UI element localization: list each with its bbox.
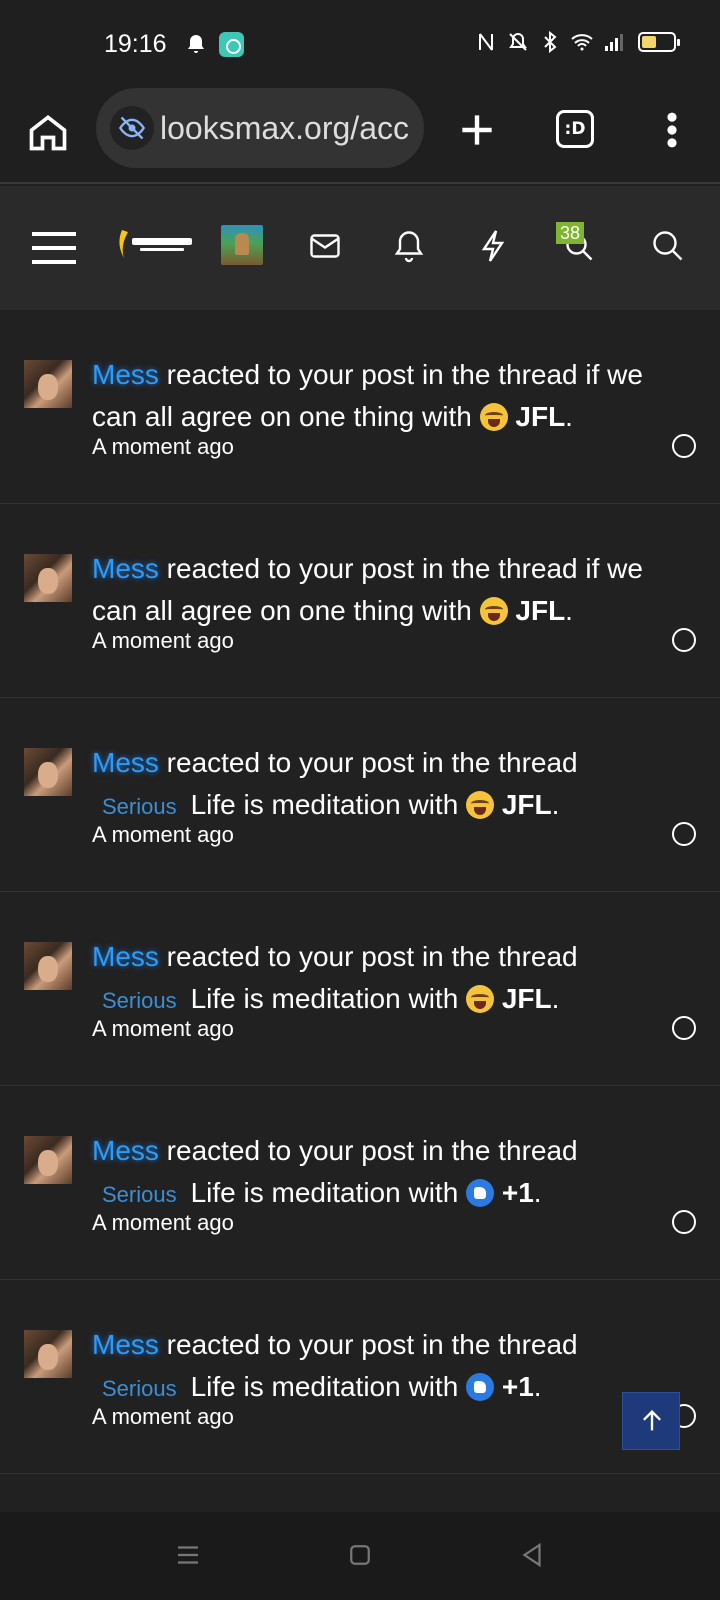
cry-emoji-icon <box>479 403 508 431</box>
back-icon[interactable] <box>517 1540 547 1570</box>
alert-time: A moment ago <box>92 1210 234 1235</box>
avatar[interactable] <box>24 360 72 408</box>
thumbs-up-emoji-icon <box>466 1373 495 1401</box>
arrow-up-icon <box>643 1410 661 1431</box>
user-link[interactable]: Mess <box>92 1135 159 1166</box>
alert-message[interactable]: Mess reacted to your post in the thread … <box>92 1324 692 1410</box>
alert-message[interactable]: Mess reacted to your post in the thread … <box>92 742 692 828</box>
unread-count-badge: 38 <box>556 222 585 244</box>
address-bar[interactable]: looksmax.org/acc <box>96 88 424 168</box>
alert-text[interactable]: reacted to your post in the thread <box>159 941 578 972</box>
thread-title[interactable]: Life is meditation with <box>191 983 466 1014</box>
home-icon[interactable] <box>26 110 70 154</box>
alert-time: A moment ago <box>92 1404 234 1429</box>
reaction-name: JFL <box>501 789 552 820</box>
thread-title[interactable]: Life is meditation with <box>191 1177 466 1208</box>
thread-prefix-badge[interactable]: Serious <box>102 794 177 819</box>
avatar[interactable] <box>24 942 72 990</box>
alert-item[interactable]: Mess reacted to your post in the thread … <box>0 310 720 504</box>
eye-off-icon <box>118 116 146 140</box>
reaction-name: JFL <box>515 595 566 626</box>
alerts-bell-icon[interactable] <box>391 228 427 264</box>
lightning-icon[interactable] <box>475 228 511 264</box>
avatar[interactable] <box>24 748 72 796</box>
search-icon[interactable] <box>650 228 686 264</box>
alert-message[interactable]: Mess reacted to your post in the thread … <box>92 354 692 438</box>
user-link[interactable]: Mess <box>92 359 159 390</box>
alert-item[interactable]: Mess reacted to your post in the thread … <box>0 892 720 1086</box>
sponsor-banner-thumbnail[interactable] <box>221 225 263 265</box>
notification-bell-icon <box>188 35 204 53</box>
mark-read-toggle[interactable] <box>672 434 696 458</box>
cry-emoji-icon <box>466 985 495 1013</box>
user-link[interactable]: Mess <box>92 941 159 972</box>
alert-message[interactable]: Mess reacted to your post in the thread … <box>92 936 692 1022</box>
avatar[interactable] <box>24 1136 72 1184</box>
alert-text[interactable]: reacted to your post in the thread <box>159 747 578 778</box>
user-link[interactable]: Mess <box>92 553 159 584</box>
alert-item[interactable]: Mess reacted to your post in the thread … <box>0 1280 720 1474</box>
app-notification-icon <box>219 32 244 57</box>
alert-message[interactable]: Mess reacted to your post in the thread … <box>92 1130 692 1216</box>
site-header: 38 <box>0 186 720 310</box>
mail-icon[interactable] <box>307 228 343 264</box>
alert-text[interactable]: reacted to your post in the thread <box>159 1329 578 1360</box>
system-navigation-bar <box>0 1512 720 1600</box>
wifi-icon <box>571 34 593 51</box>
user-link[interactable]: Mess <box>92 1329 159 1360</box>
thread-prefix-badge[interactable]: Serious <box>102 1376 177 1401</box>
reaction-name: +1 <box>501 1177 534 1208</box>
recent-apps-icon[interactable] <box>173 1540 203 1570</box>
mark-read-toggle[interactable] <box>672 1210 696 1234</box>
alert-time: A moment ago <box>92 1016 234 1041</box>
sponsor-logo[interactable] <box>114 224 198 264</box>
privacy-icon[interactable] <box>110 106 154 150</box>
reaction-name: +1 <box>501 1371 534 1402</box>
alerts-list: Mess reacted to your post in the thread … <box>0 310 720 1474</box>
alert-item[interactable]: Mess reacted to your post in the thread … <box>0 1086 720 1280</box>
signal-icon <box>605 34 623 51</box>
status-time: 19:16 <box>104 30 167 58</box>
alert-item[interactable]: Mess reacted to your post in the thread … <box>0 698 720 892</box>
thread-title[interactable]: Life is meditation with <box>191 789 466 820</box>
alert-text[interactable]: reacted to your post in the thread <box>159 1135 578 1166</box>
tab-switcher-button[interactable]: :D <box>556 110 594 148</box>
mark-read-toggle[interactable] <box>672 1016 696 1040</box>
mark-read-toggle[interactable] <box>672 822 696 846</box>
alert-time: A moment ago <box>92 434 234 459</box>
mute-icon <box>509 32 527 51</box>
alert-time: A moment ago <box>92 628 234 653</box>
thread-title[interactable]: Life is meditation with <box>191 1371 466 1402</box>
alert-item[interactable]: Mess reacted to your post in the thread … <box>0 504 720 698</box>
url-text[interactable]: looksmax.org/acc <box>160 110 410 147</box>
status-bar: 19:16 <box>0 0 720 88</box>
alert-time: A moment ago <box>92 822 234 847</box>
thread-prefix-badge[interactable]: Serious <box>102 1182 177 1207</box>
user-link[interactable]: Mess <box>92 747 159 778</box>
reaction-name: JFL <box>515 401 566 432</box>
more-menu-icon[interactable] <box>660 108 684 152</box>
alert-message[interactable]: Mess reacted to your post in the thread … <box>92 548 692 632</box>
cry-emoji-icon <box>479 597 508 625</box>
nfc-icon <box>479 33 493 51</box>
hamburger-menu-icon[interactable] <box>32 230 76 266</box>
avatar[interactable] <box>24 1330 72 1378</box>
bluetooth-icon <box>544 30 557 54</box>
home-button-icon[interactable] <box>345 1540 375 1570</box>
browser-toolbar: looksmax.org/acc :D <box>0 88 720 184</box>
cry-emoji-icon <box>466 791 495 819</box>
new-tab-icon[interactable] <box>455 108 499 152</box>
reaction-name: JFL <box>501 983 552 1014</box>
avatar[interactable] <box>24 554 72 602</box>
mark-read-toggle[interactable] <box>672 628 696 652</box>
status-icons <box>474 30 680 54</box>
scroll-to-top-button[interactable] <box>622 1392 680 1450</box>
thread-prefix-badge[interactable]: Serious <box>102 988 177 1013</box>
thumbs-up-emoji-icon <box>466 1179 495 1207</box>
battery-icon <box>638 32 680 52</box>
